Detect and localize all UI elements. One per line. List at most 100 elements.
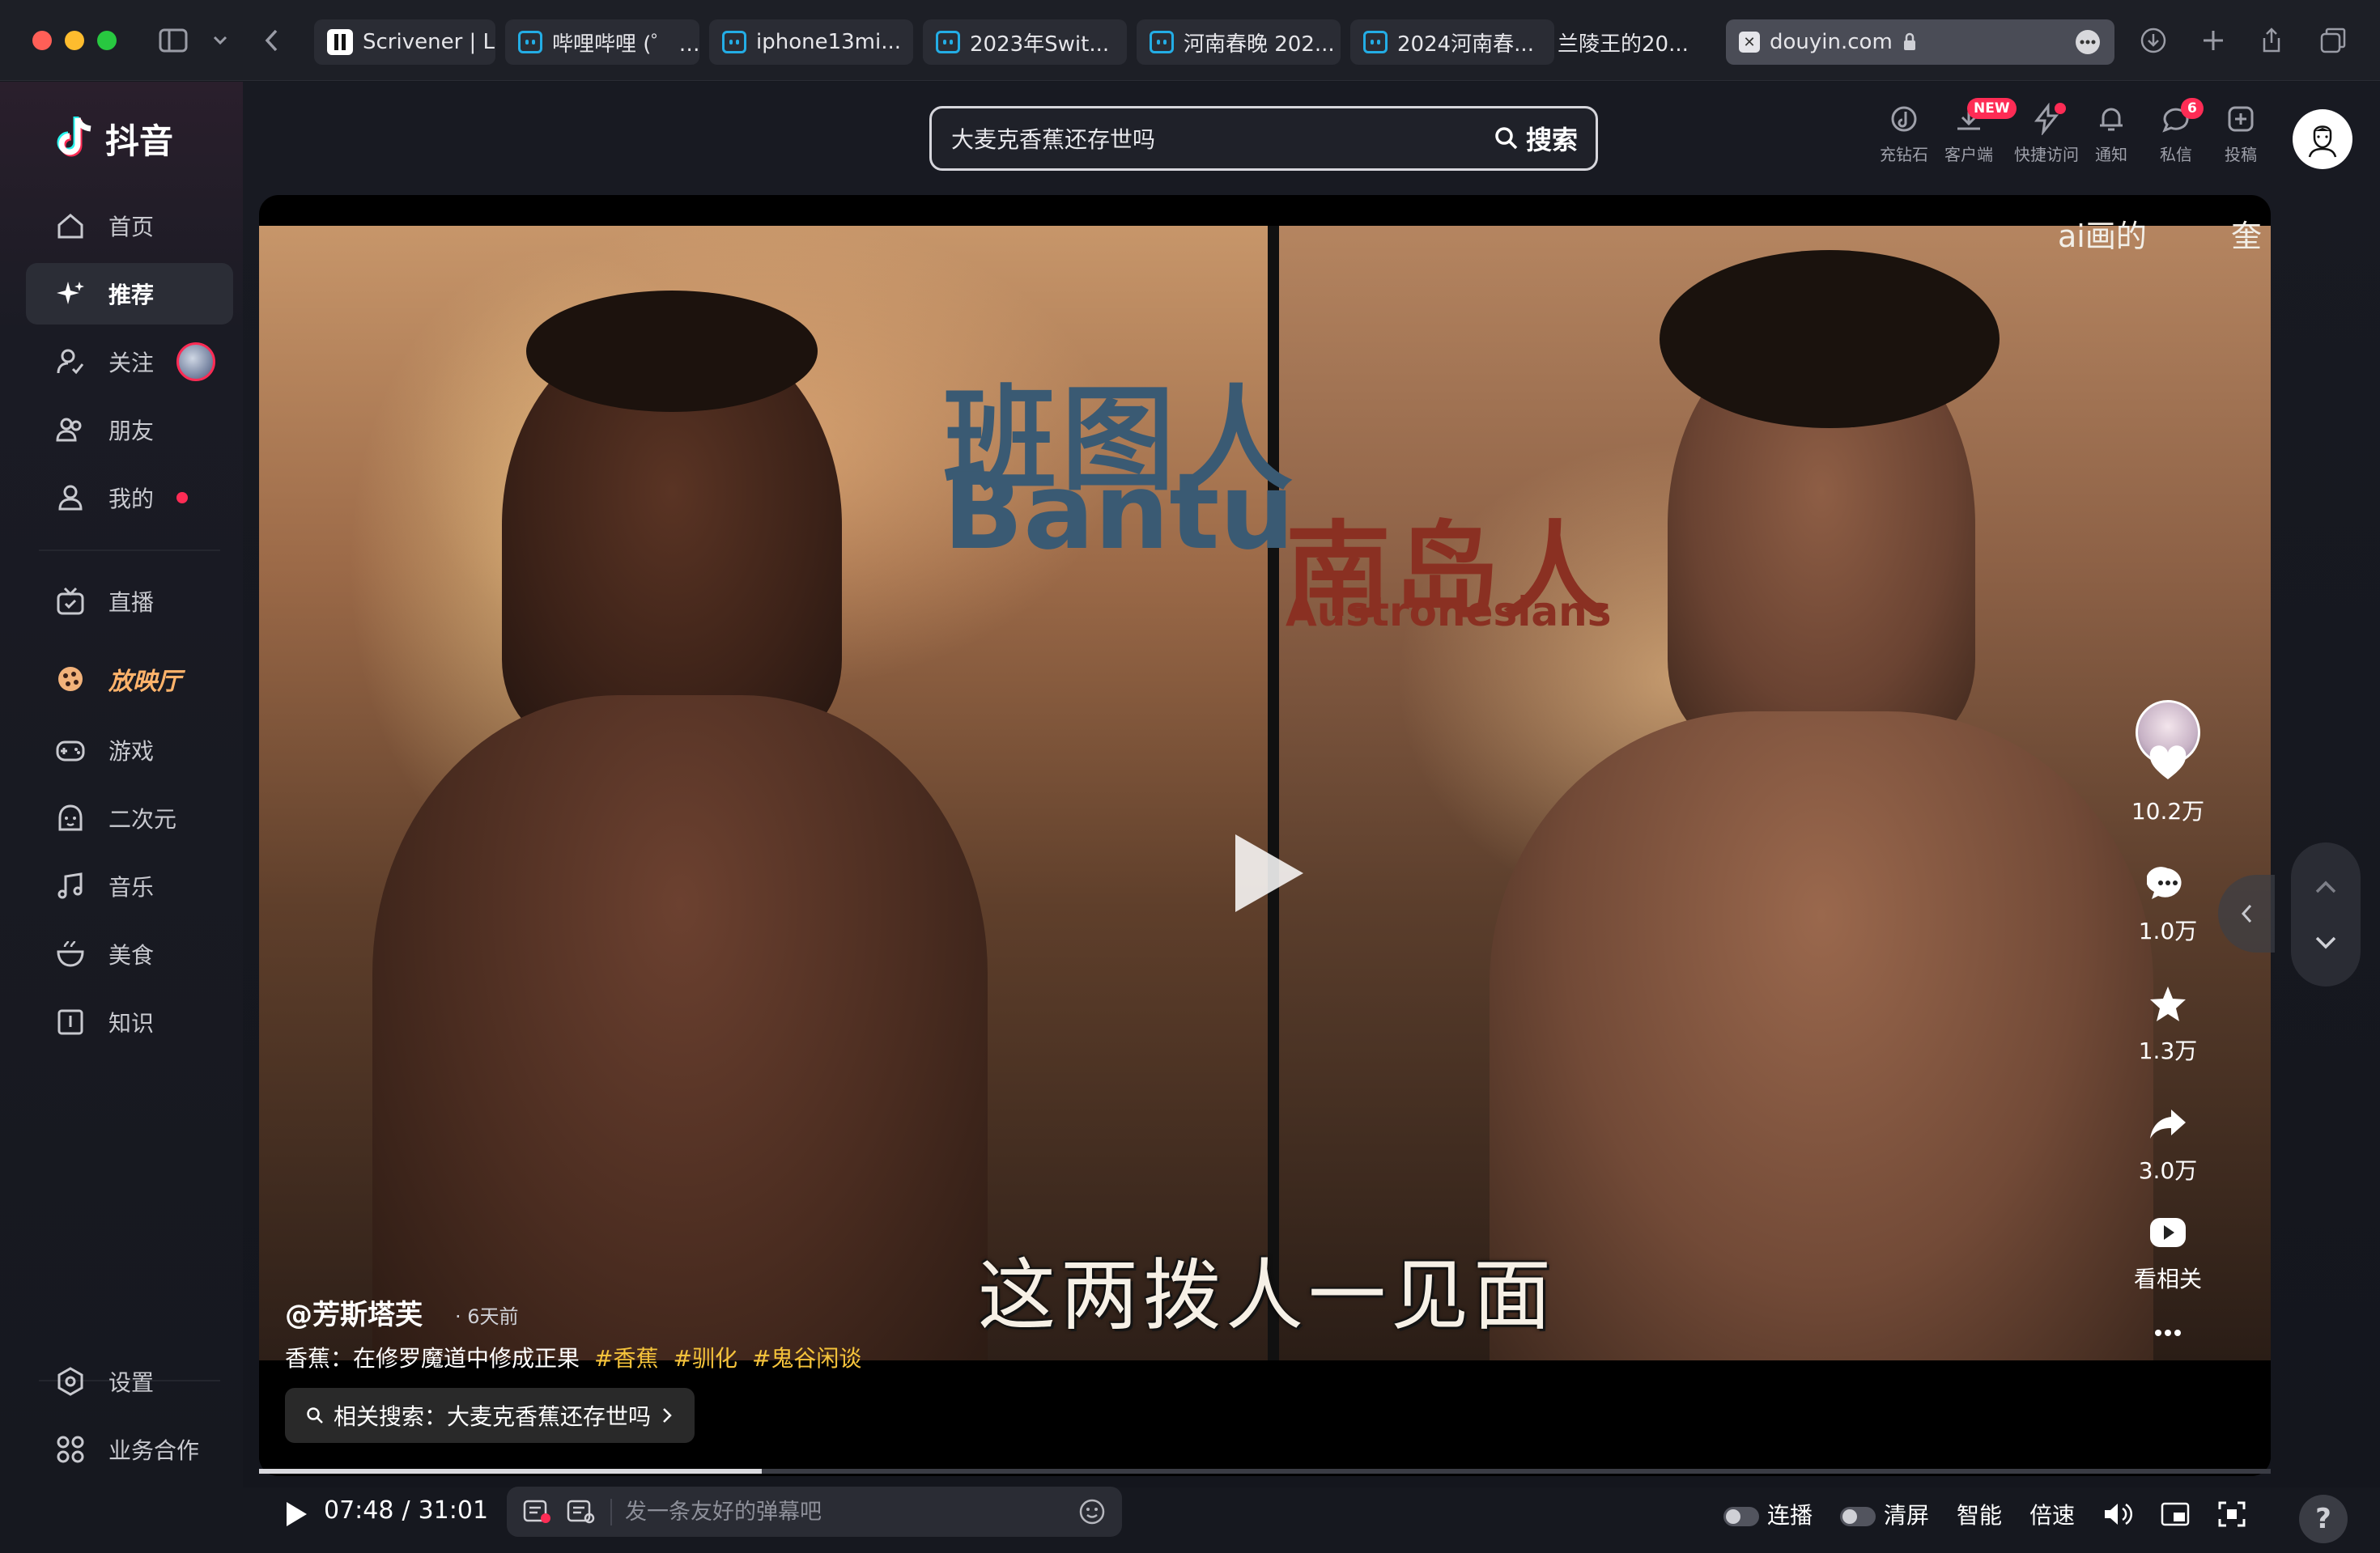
avatar-portrait-icon — [2308, 125, 2337, 158]
topbar-upload[interactable]: 投稿 — [2208, 103, 2273, 176]
more-options-icon[interactable] — [2074, 28, 2102, 56]
progress-bar[interactable] — [259, 1469, 2271, 1474]
author-name[interactable]: @芳斯塔芙 — [285, 1292, 423, 1332]
star-icon — [2150, 987, 2186, 1021]
sidebar-item-friends[interactable]: 朋友 — [26, 399, 233, 460]
danmu-bar — [507, 1487, 1122, 1537]
minimize-window-button[interactable] — [65, 31, 84, 50]
search-box[interactable]: 搜索 — [929, 106, 1598, 171]
sidebar-item-food[interactable]: 美食 — [26, 923, 233, 985]
heart-icon — [2149, 745, 2187, 779]
related-search-chip[interactable]: 相关搜索：大麦克香蕉还存世吗 — [285, 1388, 695, 1443]
person-figure — [1490, 711, 2153, 1391]
danmu-settings-icon[interactable] — [567, 1499, 596, 1525]
topbar-messages[interactable]: 私信 6 — [2144, 98, 2208, 176]
chevron-right-icon — [663, 1408, 672, 1423]
browser-tab[interactable]: 河南春晚 202... — [1137, 19, 1341, 65]
tab-overview-icon[interactable] — [2317, 24, 2349, 57]
search-icon — [307, 1407, 323, 1424]
sidebar-item-live[interactable]: 直播 — [26, 571, 233, 632]
home-icon — [57, 214, 83, 239]
sidebar-item-home[interactable]: 首页 — [26, 195, 233, 257]
chevron-down-icon[interactable] — [2314, 935, 2338, 951]
music-icon — [57, 872, 83, 899]
bilibili-icon — [518, 31, 542, 53]
logo-text: 抖音 — [105, 121, 174, 161]
topbar-notifications[interactable]: 通知 — [2079, 103, 2144, 176]
sidebar-item-business[interactable]: 业务合作 — [26, 1419, 233, 1480]
related-button[interactable]: 看相关 — [2103, 1211, 2233, 1294]
autoplay-toggle[interactable]: 连播 — [1723, 1498, 1813, 1530]
user-avatar[interactable] — [2293, 109, 2352, 169]
browser-tab[interactable]: Scrivener | Li — [314, 19, 495, 65]
danmu-input[interactable] — [610, 1498, 1064, 1525]
total-time: 31:01 — [418, 1496, 489, 1525]
douyin-logo[interactable]: 抖音 — [53, 114, 173, 163]
sidebar-item-mine[interactable]: 我的 — [26, 467, 233, 528]
knowledge-icon — [57, 1009, 83, 1035]
hashtag[interactable]: #香蕉 — [594, 1341, 658, 1373]
chevron-up-icon[interactable] — [2314, 879, 2338, 895]
hashtag[interactable]: #鬼谷闲谈 — [752, 1341, 861, 1373]
emoji-icon[interactable] — [1078, 1498, 1106, 1525]
hair-shape — [1660, 250, 2000, 428]
post-time: · 6天前 — [455, 1305, 519, 1328]
like-button[interactable]: 10.2万 — [2103, 744, 2233, 826]
topbar-client[interactable]: 客户端 NEW — [1936, 98, 2017, 176]
comment-icon — [2147, 867, 2182, 899]
help-button[interactable]: ? — [2299, 1495, 2348, 1543]
quality-button[interactable]: 智能 — [1957, 1498, 2002, 1530]
play-overlay-icon[interactable] — [1235, 834, 1303, 912]
close-window-button[interactable] — [32, 31, 52, 50]
new-tab-icon[interactable] — [2197, 24, 2229, 57]
sidebar-item-anime[interactable]: 二次元 — [26, 787, 233, 849]
tab-favicon-icon: ✕ — [1739, 32, 1760, 53]
sidebar-toggle-icon[interactable] — [157, 24, 189, 57]
danmu-toggle-icon[interactable] — [523, 1499, 552, 1525]
browser-tab[interactable]: 2024河南春... — [1350, 19, 1554, 65]
volume-icon[interactable] — [2102, 1500, 2133, 1528]
more-dots-icon — [2155, 1330, 2181, 1336]
favorite-button[interactable]: 1.3万 — [2103, 983, 2233, 1066]
browser-tab-active[interactable]: ✕ douyin.com — [1726, 19, 2114, 65]
video-player[interactable]: 班图人 Bantu 南岛人 Austronesians ai画的 奎 这两拨人一… — [259, 195, 2271, 1476]
play-button[interactable] — [283, 1500, 309, 1532]
fullscreen-icon[interactable] — [2217, 1500, 2246, 1528]
zoom-window-button[interactable] — [97, 31, 117, 50]
sidebar-divider — [39, 549, 220, 551]
topbar-diamond[interactable]: 充钻石 — [1872, 103, 1936, 176]
sidebar-item-music[interactable]: 音乐 — [26, 855, 233, 917]
browser-tab[interactable]: 哔哩哔哩 (゜ … — [505, 19, 699, 65]
share-button[interactable]: 3.0万 — [2103, 1103, 2233, 1186]
sidebar-item-follow[interactable]: 关注 — [26, 331, 233, 392]
chevron-left-icon — [2241, 904, 2252, 923]
sidebar-item-cinema[interactable]: 放映厅 — [26, 648, 233, 710]
chevron-down-icon[interactable] — [204, 24, 236, 57]
browser-tab[interactable]: 2023年Swit... — [923, 19, 1127, 65]
cinema-icon — [58, 667, 83, 691]
share-icon[interactable] — [2255, 24, 2288, 57]
sidebar-item-knowledge[interactable]: 知识 — [26, 991, 233, 1053]
back-icon[interactable] — [256, 24, 288, 57]
comment-button[interactable]: 1.0万 — [2103, 863, 2233, 946]
hashtag[interactable]: #驯化 — [673, 1341, 737, 1373]
sidebar-item-games[interactable]: 游戏 — [26, 719, 233, 781]
search-input[interactable] — [950, 124, 1494, 153]
search-button[interactable]: 搜索 — [1494, 120, 1578, 157]
diamond-icon — [1891, 106, 1917, 132]
following-avatar[interactable] — [176, 342, 216, 381]
share-arrow-icon — [2150, 1110, 2186, 1139]
download-icon[interactable] — [2137, 24, 2170, 57]
picture-in-picture-icon[interactable] — [2161, 1501, 2190, 1527]
sidebar-item-settings[interactable]: 设置 — [26, 1351, 233, 1412]
sidebar-item-recommend[interactable]: 推荐 — [26, 263, 233, 325]
browser-tab[interactable]: iphone13mi... — [709, 19, 913, 65]
clear-screen-toggle[interactable]: 清屏 — [1839, 1498, 1929, 1530]
speed-button[interactable]: 倍速 — [2029, 1498, 2075, 1530]
topbar-quick-access[interactable]: 快捷访问 — [2008, 103, 2085, 176]
sidebar: 抖音 首页 推荐 关注 朋友 我的 直播 放映厅 游戏 二次元 音乐 美食 知识… — [0, 82, 243, 1487]
browser-tab[interactable]: 兰陵王的20... — [1545, 19, 1713, 65]
notification-dot — [176, 492, 189, 503]
more-button[interactable] — [2103, 1312, 2233, 1362]
lock-icon — [1903, 32, 1915, 50]
